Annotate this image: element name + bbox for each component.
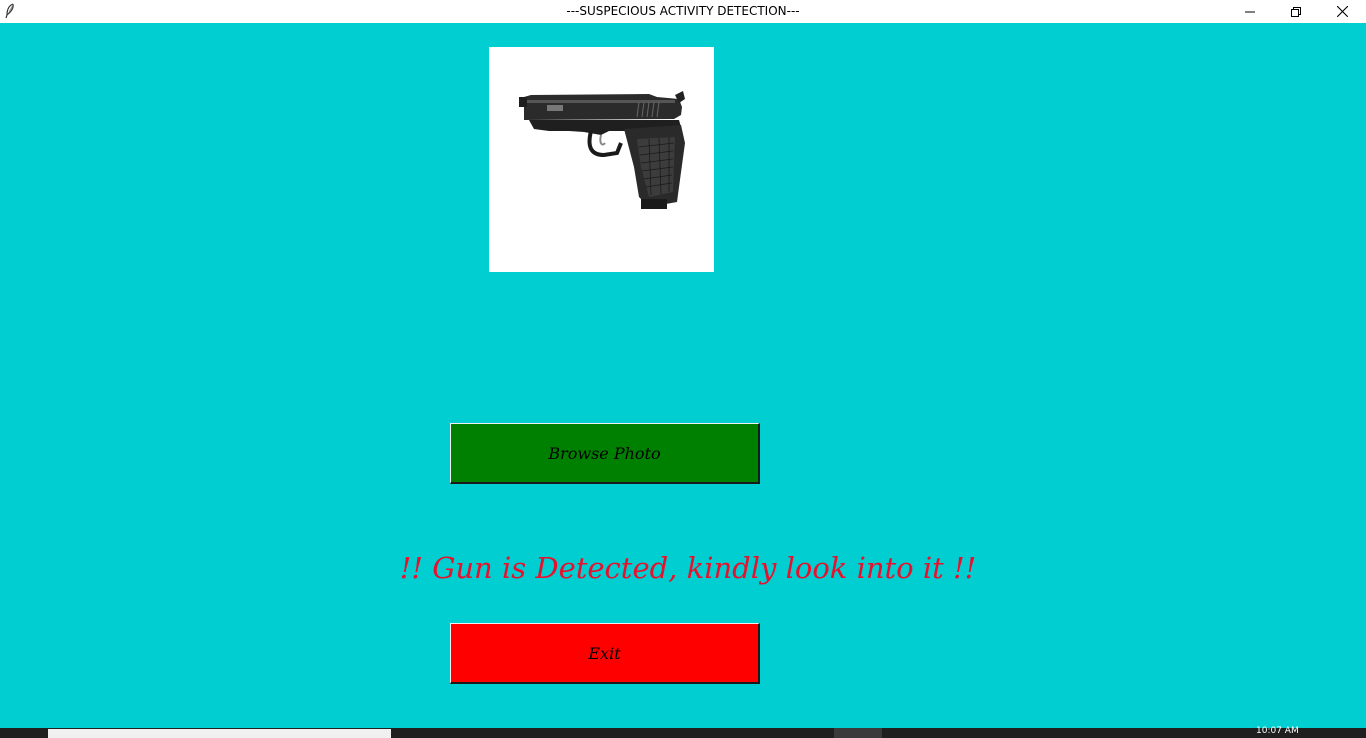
detection-message: !! Gun is Detected, kindly look into it … [399,551,977,585]
taskbar-clock[interactable]: 10:07 AM [1256,726,1299,736]
minimize-button[interactable] [1227,0,1273,23]
close-icon [1336,6,1348,17]
taskbar: 10:07 AM [0,726,1366,738]
pistol-image [519,91,685,209]
window-title: ---SUSPECIOUS ACTIVITY DETECTION--- [566,4,800,18]
close-button[interactable] [1319,0,1365,23]
title-bar[interactable]: ---SUSPECIOUS ACTIVITY DETECTION--- [0,0,1366,23]
exit-button[interactable]: Exit [450,623,760,684]
preview-image [489,47,714,272]
taskbar-active-app[interactable] [834,728,882,738]
restore-icon [1291,6,1301,17]
taskbar-search-box[interactable] [48,729,391,738]
browse-photo-button[interactable]: Browse Photo [450,423,760,484]
restore-button[interactable] [1273,0,1319,23]
app-window: ---SUSPECIOUS ACTIVITY DETECTION--- Brow… [0,0,1366,738]
minimize-icon [1245,7,1255,17]
